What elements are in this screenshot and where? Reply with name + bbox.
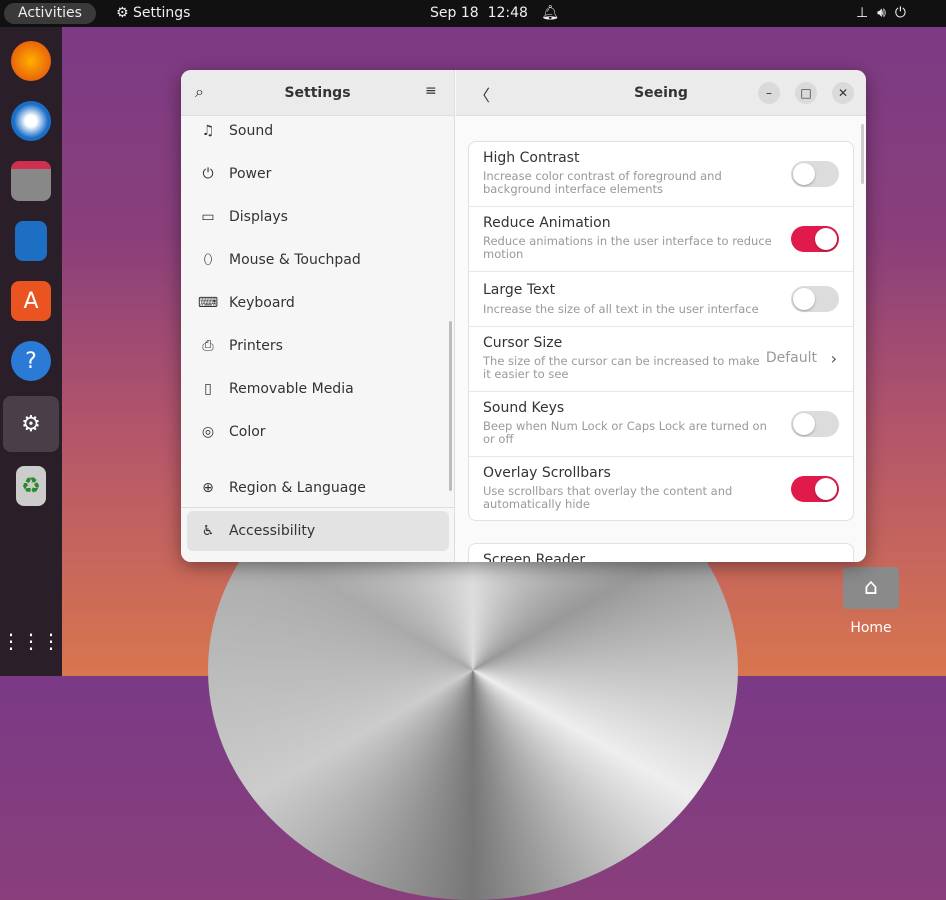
keyboard-icon: ⌨ xyxy=(197,295,219,311)
gear-icon: ⚙ xyxy=(116,5,129,21)
main-panel: High Contrast Increase color contrast of … xyxy=(456,116,866,562)
row-screen-reader[interactable]: Screen Reader xyxy=(468,543,854,562)
firefox-icon[interactable] xyxy=(11,41,51,81)
sidebar-item-keyboard[interactable]: ⌨ Keyboard xyxy=(187,283,449,323)
sidebar-item-removable-media[interactable]: ▯ Removable Media xyxy=(187,369,449,409)
writer-icon[interactable] xyxy=(15,221,47,261)
display-icon: ▭ xyxy=(201,209,215,225)
activities-button[interactable]: Activities xyxy=(4,3,96,24)
power-icon: ⏻ xyxy=(894,5,906,21)
sidebar-item-printers[interactable]: ⎙ Printers xyxy=(187,326,449,366)
menu-icon[interactable]: ≡ xyxy=(425,83,437,99)
software-icon[interactable]: A xyxy=(11,281,51,321)
accessibility-icon: ♿ xyxy=(201,523,215,539)
sidebar: ♫ Sound ⏻ Power ▭ Displays ⬯ Mouse & Touchpa… xyxy=(181,116,455,562)
chevron-right-icon: › xyxy=(830,349,837,368)
row-reduce-animation[interactable]: Reduce Animation Reduce animations in the… xyxy=(469,207,853,272)
home-label[interactable]: Home xyxy=(835,620,907,636)
overlay-scrollbars-toggle[interactable] xyxy=(791,476,839,502)
row-overlay-scrollbars[interactable]: Overlay Scrollbars Use scrollbars that ov… xyxy=(469,457,853,520)
sidebar-item-accessibility[interactable]: ♿ Accessibility xyxy=(187,511,449,551)
row-cursor-size[interactable]: Cursor Size The size of the cursor can be… xyxy=(469,327,853,392)
settings-icon[interactable]: ⚙ xyxy=(3,396,59,452)
system-menu[interactable]: ⊥ 🔊︎ ⏻ xyxy=(856,0,906,27)
sidebar-title: Settings xyxy=(284,85,351,101)
sound-keys-toggle[interactable] xyxy=(791,411,839,437)
minimize-button[interactable]: – xyxy=(758,82,780,104)
settings-window: ⌕ Settings ≡ 〈 Seeing – □ ✕ ♫ Sound ⏻ Powe… xyxy=(181,70,866,562)
dock: A ? ⚙ ♻ ⋮⋮⋮ xyxy=(0,27,62,676)
sidebar-item-region[interactable]: ⊕ Region & Language xyxy=(187,468,449,508)
clock[interactable]: Sep 18 12:48 🔔︎ xyxy=(430,0,559,27)
row-high-contrast[interactable]: High Contrast Increase color contrast of … xyxy=(469,142,853,207)
sidebar-item-color[interactable]: ◎ Color xyxy=(187,412,449,452)
sidebar-item-sound[interactable]: ♫ Sound xyxy=(187,111,449,151)
globe-icon: ⊕ xyxy=(202,480,214,496)
music-icon: ♫ xyxy=(201,123,215,139)
app-name: Settings xyxy=(133,5,191,21)
main-header: 〈 Seeing – □ ✕ xyxy=(456,70,866,116)
usb-icon: ▯ xyxy=(204,381,212,397)
sidebar-scrollbar[interactable] xyxy=(449,321,452,491)
main-scrollbar[interactable] xyxy=(861,124,864,184)
color-icon: ◎ xyxy=(201,424,215,440)
high-contrast-toggle[interactable] xyxy=(791,161,839,187)
network-icon: ⊥ xyxy=(856,5,869,21)
power-icon: ⏻ xyxy=(202,166,214,182)
row-sound-keys[interactable]: Sound Keys Beep when Num Lock or Caps Loc… xyxy=(469,392,853,457)
app-grid-icon[interactable]: ⋮⋮⋮ xyxy=(1,621,61,661)
mouse-icon: ⬯ xyxy=(203,252,213,268)
sidebar-item-mouse[interactable]: ⬯ Mouse & Touchpad xyxy=(187,240,449,280)
reduce-animation-toggle[interactable] xyxy=(791,226,839,252)
cursor-size-value: Default xyxy=(765,350,817,366)
files-icon[interactable] xyxy=(11,161,51,201)
bell-icon: 🔔︎ xyxy=(541,5,560,21)
seeing-card: High Contrast Increase color contrast of … xyxy=(468,141,854,521)
sidebar-item-power[interactable]: ⏻ Power xyxy=(187,154,449,194)
home-folder-icon[interactable]: ⌂ xyxy=(843,567,899,609)
sidebar-header: ⌕ Settings ≡ xyxy=(181,70,455,116)
large-text-toggle[interactable] xyxy=(791,286,839,312)
maximize-button[interactable]: □ xyxy=(795,82,817,104)
app-menu[interactable]: ⚙ Settings xyxy=(116,0,190,27)
top-bar: Activities ⚙ Settings Sep 18 12:48 🔔︎ ⊥ … xyxy=(0,0,946,27)
close-button[interactable]: ✕ xyxy=(832,82,854,104)
volume-icon: 🔊︎ xyxy=(877,5,886,21)
trash-icon[interactable]: ♻ xyxy=(16,466,46,506)
sidebar-item-displays[interactable]: ▭ Displays xyxy=(187,197,449,237)
row-large-text[interactable]: Large Text Increase the size of all text … xyxy=(469,272,853,327)
thunderbird-icon[interactable] xyxy=(11,101,51,141)
printer-icon: ⎙ xyxy=(202,338,214,354)
help-icon[interactable]: ? xyxy=(11,341,51,381)
